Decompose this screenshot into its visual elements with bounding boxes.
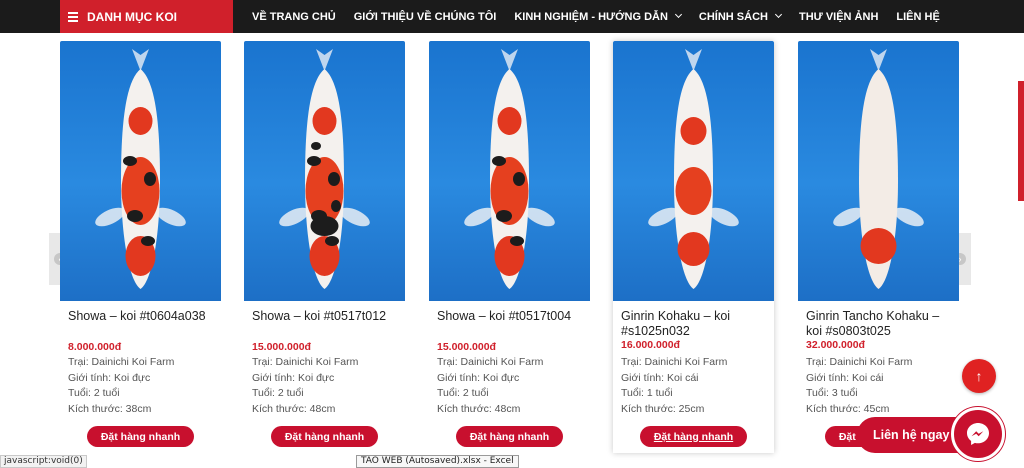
quick-order-button[interactable]: Đặt hàng nhanh (640, 426, 747, 447)
product-title[interactable]: Ginrin Kohaku – koi #s1025n032 (621, 309, 771, 339)
product-card[interactable]: Ginrin Tancho Kohaku – koi #s0803t025 32.… (798, 41, 959, 453)
nav-item-4[interactable]: THƯ VIỆN ẢNH (799, 11, 878, 23)
nav-item-label: VỀ TRANG CHỦ (252, 10, 336, 23)
chevron-down-icon (674, 10, 682, 19)
product-spec-size: Kích thước: 48cm (252, 402, 336, 415)
nav-item-label: KINH NGHIỆM - HƯỚNG DẪN (514, 10, 668, 23)
quick-order-label: Đặt hàng nhanh (100, 430, 181, 443)
product-specs: Trại: Dainichi Koi Farm Giới tính: Koi đự… (252, 355, 358, 417)
product-spec-farm: Trại: Dainichi Koi Farm (621, 356, 728, 368)
product-card[interactable]: Ginrin Kohaku – koi #s1025n032 16.000.000… (613, 41, 774, 453)
product-image[interactable] (60, 41, 221, 301)
product-spec-size: Kích thước: 38cm (68, 402, 152, 415)
product-spec-age: Tuổi: 2 tuổi (68, 387, 120, 399)
category-menu-label: DANH MỤC KOI (87, 9, 177, 24)
nav-item-label: LIÊN HỆ (896, 10, 940, 23)
contact-now-label: Liên hệ ngay (873, 428, 950, 442)
nav-item-1[interactable]: GIỚI THIỆU VỀ CHÚNG TÔI (354, 11, 497, 23)
taskbar-tooltip: TAO WEB (Autosaved).xlsx - Excel (356, 455, 519, 468)
product-spec-age: Tuổi: 1 tuổi (621, 387, 673, 399)
product-specs: Trại: Dainichi Koi Farm Giới tính: Koi cá… (806, 355, 912, 417)
product-price: 32.000.000đ (806, 339, 865, 351)
product-spec-farm: Trại: Dainichi Koi Farm (806, 356, 913, 368)
product-spec-gender: Giới tính: Koi cái (806, 371, 884, 384)
product-spec-gender: Giới tính: Koi đực (437, 371, 520, 384)
product-spec-farm: Trại: Dainichi Koi Farm (252, 356, 359, 368)
nav-item-label: CHÍNH SÁCH (698, 10, 768, 23)
product-image[interactable] (429, 41, 590, 301)
top-navbar: DANH MỤC KOI VỀ TRANG CHỦ GIỚI THIỆU VỀ C… (0, 0, 1024, 33)
product-spec-farm: Trại: Dainichi Koi Farm (68, 356, 175, 368)
product-spec-age: Tuổi: 2 tuổi (437, 387, 489, 399)
product-spec-gender: Giới tính: Koi đực (68, 371, 151, 384)
product-price: 15.000.000đ (252, 341, 311, 353)
product-card[interactable]: Showa – koi #t0517t012 15.000.000đ Trại: D… (244, 41, 405, 453)
scroll-to-top-button[interactable]: ↑ (962, 359, 996, 393)
nav-item-0[interactable]: VỀ TRANG CHỦ (252, 11, 336, 23)
nav-item-3[interactable]: CHÍNH SÁCH (698, 10, 783, 23)
hamburger-icon (68, 10, 78, 24)
product-spec-age: Tuổi: 3 tuổi (806, 387, 858, 399)
main-nav: VỀ TRANG CHỦ GIỚI THIỆU VỀ CHÚNG TÔI KINH … (233, 0, 949, 33)
product-spec-size: Kích thước: 25cm (621, 402, 705, 415)
chevron-down-icon (774, 10, 783, 19)
product-spec-gender: Giới tính: Koi cái (621, 371, 699, 384)
product-image[interactable] (798, 41, 959, 301)
product-spec-farm: Trại: Dainichi Koi Farm (437, 356, 544, 368)
product-spec-size: Kích thước: 48cm (437, 402, 521, 415)
quick-order-button[interactable]: Đặt hàng nhanh (87, 426, 194, 447)
browser-status-bar: javascript:void(0) (0, 455, 87, 468)
quick-order-label: Đặt hàng nhanh (284, 430, 365, 443)
product-card[interactable]: Showa – koi #t0517t004 15.000.000đ Trại: D… (429, 41, 590, 453)
product-title[interactable]: Showa – koi #t0517t012 (252, 309, 402, 324)
product-specs: Trại: Dainichi Koi Farm Giới tính: Koi đự… (68, 355, 174, 417)
arrow-up-icon: ↑ (975, 368, 983, 384)
product-spec-gender: Giới tính: Koi đực (252, 371, 335, 384)
quick-order-label: Đặt hàng nhanh (469, 430, 550, 443)
product-price: 16.000.000đ (621, 339, 680, 351)
product-spec-size: Kích thước: 45cm (806, 402, 890, 415)
product-title[interactable]: Showa – koi #t0517t004 (437, 309, 587, 324)
side-accent-bar (1018, 81, 1024, 201)
product-specs: Trại: Dainichi Koi Farm Giới tính: Koi cá… (621, 355, 727, 417)
product-price: 8.000.000đ (68, 341, 122, 353)
product-title[interactable]: Ginrin Tancho Kohaku – koi #s0803t025 (806, 309, 956, 339)
nav-item-2[interactable]: KINH NGHIỆM - HƯỚNG DẪN (514, 10, 682, 23)
messenger-icon (967, 423, 989, 445)
quick-order-label: Đặt hàng nhanh (653, 430, 734, 443)
messenger-button[interactable] (951, 407, 1005, 461)
nav-item-label: THƯ VIỆN ẢNH (798, 10, 879, 23)
product-image[interactable] (613, 41, 774, 301)
quick-order-button[interactable]: Đặt hàng nhanh (456, 426, 563, 447)
nav-item-5[interactable]: LIÊN HỆ (896, 11, 939, 23)
product-specs: Trại: Dainichi Koi Farm Giới tính: Koi đự… (437, 355, 543, 417)
product-title[interactable]: Showa – koi #t0604a038 (68, 309, 218, 324)
product-card[interactable]: Showa – koi #t0604a038 8.000.000đ Trại: Da… (60, 41, 221, 453)
product-image[interactable] (244, 41, 405, 301)
category-menu-button[interactable]: DANH MỤC KOI (60, 0, 233, 33)
quick-order-button[interactable]: Đặt hàng nhanh (271, 426, 378, 447)
nav-item-label: GIỚI THIỆU VỀ CHÚNG TÔI (353, 10, 497, 23)
product-spec-age: Tuổi: 2 tuổi (252, 387, 304, 399)
product-price: 15.000.000đ (437, 341, 496, 353)
